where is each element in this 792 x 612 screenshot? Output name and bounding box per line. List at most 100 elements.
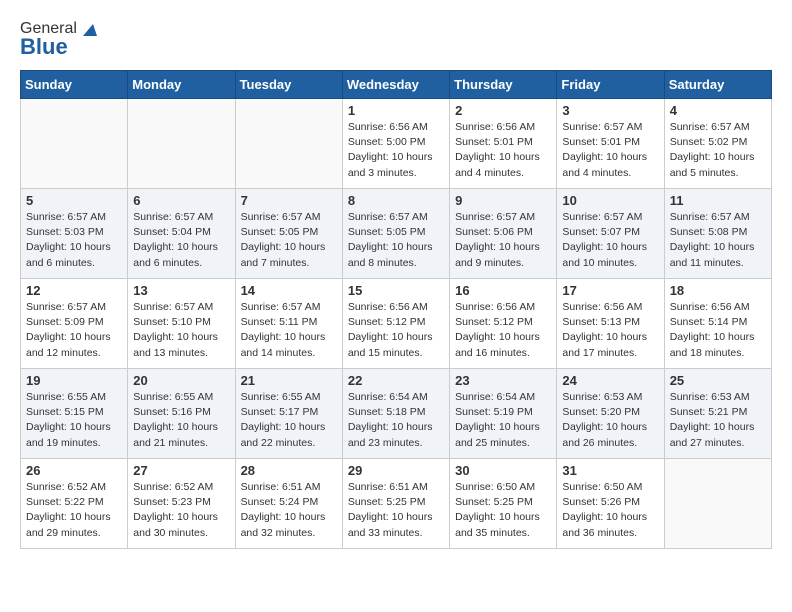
logo: General Blue — [20, 20, 97, 60]
calendar-day-8: 8Sunrise: 6:57 AMSunset: 5:05 PMDaylight… — [342, 189, 449, 279]
weekday-header-saturday: Saturday — [664, 71, 771, 99]
day-info: Sunrise: 6:57 AMSunset: 5:06 PMDaylight:… — [455, 210, 551, 271]
day-info: Sunrise: 6:57 AMSunset: 5:04 PMDaylight:… — [133, 210, 229, 271]
day-info: Sunrise: 6:50 AMSunset: 5:25 PMDaylight:… — [455, 480, 551, 541]
weekday-header-thursday: Thursday — [450, 71, 557, 99]
calendar-day-6: 6 Sunrise: 6:57 AMSunset: 5:04 PMDaylight… — [128, 189, 235, 279]
day-number: 23 — [455, 373, 551, 388]
logo-icon — [79, 20, 97, 38]
day-info: Sunrise: 6:52 AMSunset: 5:23 PMDaylight:… — [133, 480, 229, 541]
day-info: Sunrise: 6:56 AMSunset: 5:00 PMDaylight:… — [348, 120, 444, 181]
calendar-day-27: 27 Sunrise: 6:52 AMSunset: 5:23 PMDayligh… — [128, 459, 235, 549]
day-number: 3 — [562, 103, 658, 118]
day-info: Sunrise: 6:57 AMSunset: 5:08 PMDaylight:… — [670, 210, 766, 271]
calendar-week-row: 1 Sunrise: 6:56 AMSunset: 5:00 PMDaylight… — [21, 99, 772, 189]
day-info: Sunrise: 6:56 AMSunset: 5:13 PMDaylight:… — [562, 300, 658, 361]
calendar-day-30: 30 Sunrise: 6:50 AMSunset: 5:25 PMDayligh… — [450, 459, 557, 549]
day-number: 20 — [133, 373, 229, 388]
calendar-empty-cell — [128, 99, 235, 189]
calendar-day-18: 18Sunrise: 6:56 AMSunset: 5:14 PMDayligh… — [664, 279, 771, 369]
day-number: 22 — [348, 373, 444, 388]
calendar-day-15: 15 Sunrise: 6:56 AMSunset: 5:12 PMDayligh… — [342, 279, 449, 369]
calendar-empty-cell — [235, 99, 342, 189]
day-number: 4 — [670, 103, 766, 118]
day-number: 31 — [562, 463, 658, 478]
day-number: 9 — [455, 193, 551, 208]
day-number: 21 — [241, 373, 337, 388]
day-info: Sunrise: 6:55 AMSunset: 5:15 PMDaylight:… — [26, 390, 122, 451]
day-number: 8 — [348, 193, 444, 208]
weekday-header-sunday: Sunday — [21, 71, 128, 99]
calendar-day-7: 7 Sunrise: 6:57 AMSunset: 5:05 PMDaylight… — [235, 189, 342, 279]
calendar-day-21: 21 Sunrise: 6:55 AMSunset: 5:17 PMDayligh… — [235, 369, 342, 459]
day-info: Sunrise: 6:55 AMSunset: 5:17 PMDaylight:… — [241, 390, 337, 451]
day-info: Sunrise: 6:56 AMSunset: 5:12 PMDaylight:… — [455, 300, 551, 361]
day-info: Sunrise: 6:57 AMSunset: 5:09 PMDaylight:… — [26, 300, 122, 361]
day-info: Sunrise: 6:54 AMSunset: 5:19 PMDaylight:… — [455, 390, 551, 451]
day-number: 25 — [670, 373, 766, 388]
weekday-header-wednesday: Wednesday — [342, 71, 449, 99]
day-info: Sunrise: 6:56 AMSunset: 5:12 PMDaylight:… — [348, 300, 444, 361]
calendar-day-31: 31 Sunrise: 6:50 AMSunset: 5:26 PMDayligh… — [557, 459, 664, 549]
day-info: Sunrise: 6:57 AMSunset: 5:03 PMDaylight:… — [26, 210, 122, 271]
day-number: 17 — [562, 283, 658, 298]
header: General Blue — [20, 20, 772, 60]
calendar-day-2: 2 Sunrise: 6:56 AMSunset: 5:01 PMDaylight… — [450, 99, 557, 189]
calendar-day-5: 5 Sunrise: 6:57 AMSunset: 5:03 PMDaylight… — [21, 189, 128, 279]
calendar-day-19: 19 Sunrise: 6:55 AMSunset: 5:15 PMDayligh… — [21, 369, 128, 459]
calendar-day-16: 16Sunrise: 6:56 AMSunset: 5:12 PMDayligh… — [450, 279, 557, 369]
weekday-header-tuesday: Tuesday — [235, 71, 342, 99]
day-number: 19 — [26, 373, 122, 388]
day-info: Sunrise: 6:52 AMSunset: 5:22 PMDaylight:… — [26, 480, 122, 541]
day-number: 5 — [26, 193, 122, 208]
day-number: 10 — [562, 193, 658, 208]
day-info: Sunrise: 6:55 AMSunset: 5:16 PMDaylight:… — [133, 390, 229, 451]
weekday-header-friday: Friday — [557, 71, 664, 99]
calendar-day-25: 25 Sunrise: 6:53 AMSunset: 5:21 PMDayligh… — [664, 369, 771, 459]
weekday-header-row: SundayMondayTuesdayWednesdayThursdayFrid… — [21, 71, 772, 99]
day-number: 13 — [133, 283, 229, 298]
day-number: 12 — [26, 283, 122, 298]
day-number: 14 — [241, 283, 337, 298]
logo-blue-text: Blue — [20, 34, 68, 60]
day-number: 28 — [241, 463, 337, 478]
calendar-day-4: 4 Sunrise: 6:57 AMSunset: 5:02 PMDaylight… — [664, 99, 771, 189]
day-number: 30 — [455, 463, 551, 478]
day-info: Sunrise: 6:57 AMSunset: 5:05 PMDaylight:… — [241, 210, 337, 271]
day-info: Sunrise: 6:51 AMSunset: 5:25 PMDaylight:… — [348, 480, 444, 541]
calendar-empty-cell — [664, 459, 771, 549]
day-info: Sunrise: 6:57 AMSunset: 5:10 PMDaylight:… — [133, 300, 229, 361]
day-info: Sunrise: 6:50 AMSunset: 5:26 PMDaylight:… — [562, 480, 658, 541]
day-info: Sunrise: 6:53 AMSunset: 5:21 PMDaylight:… — [670, 390, 766, 451]
day-info: Sunrise: 6:56 AMSunset: 5:01 PMDaylight:… — [455, 120, 551, 181]
day-info: Sunrise: 6:57 AMSunset: 5:07 PMDaylight:… — [562, 210, 658, 271]
calendar-day-13: 13 Sunrise: 6:57 AMSunset: 5:10 PMDayligh… — [128, 279, 235, 369]
day-info: Sunrise: 6:57 AMSunset: 5:02 PMDaylight:… — [670, 120, 766, 181]
calendar-day-14: 14Sunrise: 6:57 AMSunset: 5:11 PMDayligh… — [235, 279, 342, 369]
calendar-day-20: 20 Sunrise: 6:55 AMSunset: 5:16 PMDayligh… — [128, 369, 235, 459]
day-number: 11 — [670, 193, 766, 208]
day-number: 2 — [455, 103, 551, 118]
calendar-day-22: 22 Sunrise: 6:54 AMSunset: 5:18 PMDayligh… — [342, 369, 449, 459]
calendar-day-12: 12 Sunrise: 6:57 AMSunset: 5:09 PMDayligh… — [21, 279, 128, 369]
calendar-day-28: 28Sunrise: 6:51 AMSunset: 5:24 PMDayligh… — [235, 459, 342, 549]
calendar-empty-cell — [21, 99, 128, 189]
day-number: 29 — [348, 463, 444, 478]
day-info: Sunrise: 6:54 AMSunset: 5:18 PMDaylight:… — [348, 390, 444, 451]
calendar-week-row: 12 Sunrise: 6:57 AMSunset: 5:09 PMDayligh… — [21, 279, 772, 369]
day-number: 24 — [562, 373, 658, 388]
day-number: 6 — [133, 193, 229, 208]
calendar-day-10: 10 Sunrise: 6:57 AMSunset: 5:07 PMDayligh… — [557, 189, 664, 279]
day-number: 7 — [241, 193, 337, 208]
day-number: 26 — [26, 463, 122, 478]
calendar-day-11: 11 Sunrise: 6:57 AMSunset: 5:08 PMDayligh… — [664, 189, 771, 279]
day-number: 1 — [348, 103, 444, 118]
calendar-day-9: 9 Sunrise: 6:57 AMSunset: 5:06 PMDaylight… — [450, 189, 557, 279]
weekday-header-monday: Monday — [128, 71, 235, 99]
day-number: 18 — [670, 283, 766, 298]
calendar-day-29: 29 Sunrise: 6:51 AMSunset: 5:25 PMDayligh… — [342, 459, 449, 549]
calendar-body: 1 Sunrise: 6:56 AMSunset: 5:00 PMDaylight… — [21, 99, 772, 549]
calendar-week-row: 26 Sunrise: 6:52 AMSunset: 5:22 PMDayligh… — [21, 459, 772, 549]
day-number: 27 — [133, 463, 229, 478]
day-number: 15 — [348, 283, 444, 298]
